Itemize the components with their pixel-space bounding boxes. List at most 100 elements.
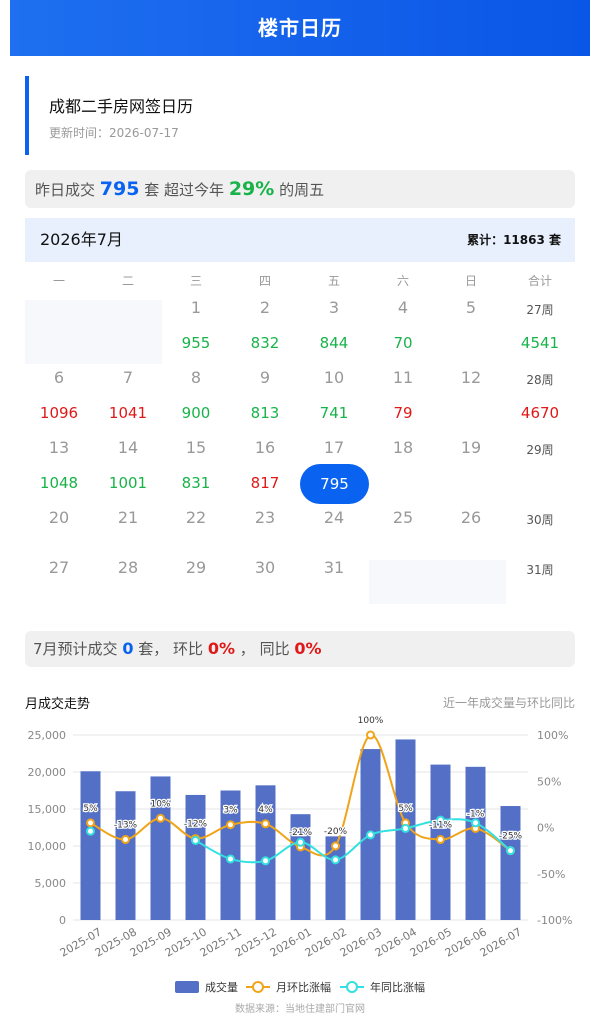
calendar-day	[369, 558, 437, 573]
day-deals: 831	[181, 474, 211, 492]
calendar-day[interactable]: 25	[369, 508, 437, 543]
calendar-day[interactable]: 30	[231, 558, 299, 593]
legend-yoy-label: 年同比涨幅	[370, 980, 425, 994]
yoy-point	[226, 854, 235, 864]
day-number: 17	[323, 438, 345, 457]
weekday-label: 日	[464, 274, 477, 288]
calendar-day[interactable]: 5	[437, 298, 505, 333]
calendar-day[interactable]: 9 813	[231, 368, 299, 423]
calendar-day[interactable]: 24	[300, 508, 368, 543]
legend-bar-swatch	[175, 981, 199, 993]
day-number: 22	[185, 508, 207, 527]
left-tick-label: 10,000	[28, 840, 67, 853]
weekday-label: 三	[189, 274, 202, 288]
calendar-day[interactable]: 1 955	[162, 298, 230, 353]
yoy-point	[86, 826, 95, 836]
left-tick-label: 0	[59, 914, 66, 927]
day-number: 12	[460, 368, 482, 387]
calendar-day[interactable]: 22	[162, 508, 230, 543]
calendar-day[interactable]: 17	[300, 438, 368, 458]
day-number: 19	[460, 438, 482, 457]
calendar-day[interactable]: 18	[369, 438, 437, 473]
left-tick-label: 25,000	[28, 729, 67, 742]
calendar-day	[25, 298, 93, 313]
weekday-label: 六	[396, 274, 409, 288]
data-label: 5%	[398, 804, 413, 814]
calendar-day[interactable]: 15 831	[162, 438, 230, 493]
update-time: 更新时间：2026-07-17	[49, 126, 179, 140]
calendar-day[interactable]: 11 79	[369, 368, 437, 423]
calendar-day[interactable]: 26	[437, 508, 505, 543]
calendar-day[interactable]: 7 1041	[94, 368, 162, 423]
day-number: 23	[254, 508, 276, 527]
calendar-day[interactable]: 6 1096	[25, 368, 93, 423]
calendar-day[interactable]: 8 900	[162, 368, 230, 423]
day-deals: 817	[250, 474, 280, 492]
day-number: 1	[190, 298, 202, 317]
calendar-day[interactable]: 16 817	[231, 438, 299, 493]
calendar-day[interactable]: 20	[25, 508, 93, 543]
forecast-sep: ，	[239, 640, 255, 658]
mom-point	[86, 818, 95, 828]
calendar-day[interactable]: 12	[437, 368, 505, 403]
right-tick-label: 0%	[537, 822, 554, 835]
yoy-point	[471, 818, 480, 828]
calendar-day	[94, 298, 162, 313]
legend-mom-marker	[252, 981, 264, 993]
calendar-day[interactable]: 10 741	[300, 368, 368, 423]
bar-mark	[80, 771, 101, 920]
calendar-day[interactable]: 4 70	[369, 298, 437, 353]
calendar-day[interactable]: 19	[437, 438, 505, 473]
day-deals: 741	[319, 404, 349, 422]
day-number: 24	[323, 508, 345, 527]
calendar-day[interactable]: 2 832	[231, 298, 299, 353]
day-number: 31	[323, 558, 345, 577]
day-deals: 900	[181, 404, 211, 422]
calendar-day[interactable]: 28	[94, 558, 162, 593]
data-label: 3%	[223, 806, 238, 816]
calendar-day[interactable]: 14 1001	[94, 438, 162, 493]
left-tick-label: 5,000	[35, 877, 67, 890]
calendar-day[interactable]: 27	[25, 558, 93, 593]
legend-mom-label: 月环比涨幅	[276, 981, 331, 994]
weekday-label: 五	[327, 274, 340, 288]
day-deals: 70	[393, 334, 413, 352]
selected-day-deals[interactable]: 795	[300, 464, 369, 504]
calendar-day	[437, 558, 505, 573]
data-label: -21%	[289, 828, 313, 838]
calendar-month: 2026年7月	[40, 230, 123, 249]
calendar-day[interactable]: 29	[162, 558, 230, 593]
bar-mark	[500, 806, 521, 920]
chart-subtitle: 近一年成交量与环比同比	[442, 696, 575, 710]
calendar-day[interactable]: 31	[300, 558, 368, 593]
yoy-point	[366, 830, 375, 840]
weekday-label: 一	[52, 274, 65, 288]
day-number: 2	[259, 298, 271, 317]
calendar-day[interactable]: 3 844	[300, 298, 368, 353]
yoy-point	[296, 837, 305, 847]
calendar-day[interactable]: 21	[94, 508, 162, 543]
page-header: 楼市日历	[10, 0, 590, 56]
yoy-point	[191, 835, 200, 845]
left-tick-label: 20,000	[28, 766, 67, 779]
right-tick-label: -100%	[537, 914, 572, 927]
forecast-unit: 套，	[138, 640, 169, 658]
day-number: 30	[254, 558, 276, 577]
day-number: 26	[460, 508, 482, 527]
week-number: 29周	[526, 443, 554, 457]
calendar-day[interactable]: 13 1048	[25, 438, 93, 493]
mom-point	[226, 820, 235, 830]
data-label: -20%	[324, 827, 348, 837]
calendar-day[interactable]: 23	[231, 508, 299, 543]
yoy-point	[506, 846, 515, 856]
day-number: 15	[185, 438, 207, 457]
summary-mid: 套 超过今年	[144, 181, 225, 199]
card-title: 成都二手房网签日历	[49, 97, 194, 116]
data-label: -11%	[429, 821, 453, 831]
day-number: 18	[392, 438, 414, 457]
day-number: 29	[185, 558, 207, 577]
day-number: 4	[397, 298, 409, 317]
forecast-count: 0	[122, 639, 134, 658]
forecast-mom: 0%	[207, 639, 236, 658]
data-label: 100%	[358, 716, 384, 726]
